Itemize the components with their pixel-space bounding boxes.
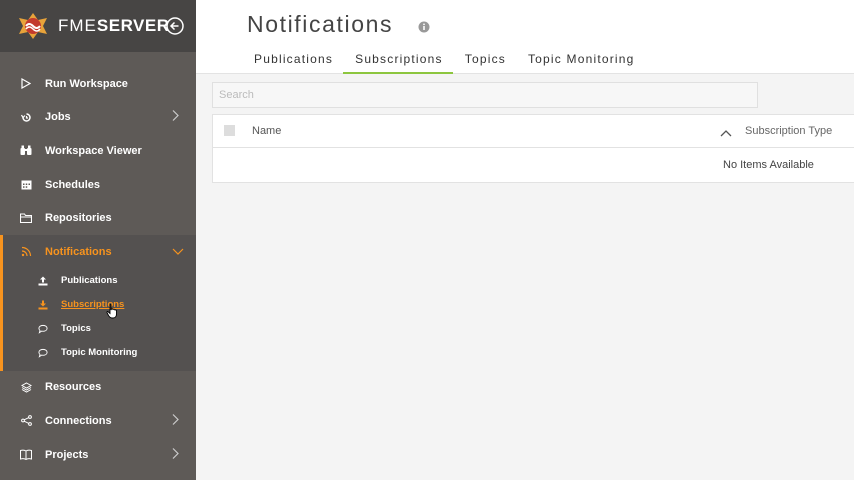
sidebar-item-resources[interactable]: Resources xyxy=(0,371,196,405)
sidebar-item-connections[interactable]: Connections xyxy=(0,404,196,438)
sidebar-item-repositories[interactable]: Repositories xyxy=(0,201,196,235)
column-header-name[interactable]: Name xyxy=(252,125,281,137)
sidebar-item-notifications[interactable]: Notifications xyxy=(3,235,196,269)
page-header: Notifications Publications Subscriptions… xyxy=(196,0,854,74)
empty-state-text: No Items Available xyxy=(723,159,814,171)
select-all-checkbox[interactable] xyxy=(224,125,235,136)
sidebar-item-label: Workspace Viewer xyxy=(45,144,142,157)
share-icon xyxy=(20,415,32,427)
tab-publications[interactable]: Publications xyxy=(242,50,343,74)
chevron-right-icon xyxy=(172,447,179,462)
back-arrow-icon[interactable] xyxy=(166,17,184,40)
chevron-down-icon xyxy=(172,246,184,258)
app-title: FMESERVER xyxy=(58,16,170,35)
layers-icon xyxy=(20,381,32,393)
chevron-right-icon xyxy=(172,110,179,125)
sidebar-subitem-label: Publications xyxy=(61,275,118,287)
table-header: Name Subscription Type xyxy=(213,115,854,148)
play-icon xyxy=(20,78,32,90)
table-body: No Items Available xyxy=(213,148,854,182)
tab-bar: Publications Subscriptions Topics Topic … xyxy=(242,50,645,74)
history-icon xyxy=(20,111,32,123)
sidebar-item-label: Schedules xyxy=(45,178,101,191)
sidebar-item-label: Connections xyxy=(45,414,112,427)
tab-topics[interactable]: Topics xyxy=(453,50,516,74)
calendar-icon xyxy=(20,179,32,191)
sidebar-item-label: Notifications xyxy=(45,245,112,258)
column-header-subscription-type[interactable]: Subscription Type xyxy=(745,125,832,137)
rss-icon xyxy=(20,246,32,258)
sidebar-item-label: Jobs xyxy=(45,111,71,124)
page-title: Notifications xyxy=(247,11,394,37)
sidebar-nav: Run Workspace Jobs Workspace Viewer Sche… xyxy=(0,67,196,471)
sort-ascending-icon[interactable] xyxy=(720,124,732,142)
main-panel: Notifications Publications Subscriptions… xyxy=(196,0,854,480)
sidebar-item-jobs[interactable]: Jobs xyxy=(0,101,196,135)
pointer-cursor-icon xyxy=(106,304,118,324)
sidebar-subitem-publications[interactable]: Publications xyxy=(3,269,196,293)
binoculars-icon xyxy=(20,145,32,157)
sidebar-item-label: Projects xyxy=(45,448,89,461)
sidebar-item-projects[interactable]: Projects xyxy=(0,438,196,472)
sidebar-item-label: Repositories xyxy=(45,212,112,225)
comment-icon xyxy=(38,324,48,334)
fme-logo-icon xyxy=(16,11,50,46)
sidebar-item-workspace-viewer[interactable]: Workspace Viewer xyxy=(0,134,196,168)
sidebar-subitem-label: Topics xyxy=(61,323,91,335)
download-icon xyxy=(38,300,48,310)
sidebar: FMESERVER Run Workspace Jobs Workspace V… xyxy=(0,0,196,480)
sidebar-subitem-subscriptions[interactable]: Subscriptions xyxy=(3,293,196,317)
info-icon[interactable] xyxy=(418,20,430,38)
sidebar-item-label: Resources xyxy=(45,381,102,394)
chevron-right-icon xyxy=(172,413,179,428)
book-icon xyxy=(20,449,32,461)
sidebar-subitem-topic-monitoring[interactable]: Topic Monitoring xyxy=(3,341,196,365)
upload-icon xyxy=(38,276,48,286)
tab-subscriptions[interactable]: Subscriptions xyxy=(343,50,453,74)
sidebar-item-run-workspace[interactable]: Run Workspace xyxy=(0,67,196,101)
notifications-group: Notifications Publications Subscriptions xyxy=(0,234,196,371)
subscriptions-table: Name Subscription Type No Items Availabl… xyxy=(212,114,854,183)
tab-topic-monitoring[interactable]: Topic Monitoring xyxy=(516,50,645,74)
folder-icon xyxy=(20,212,32,224)
sidebar-subitem-label: Topic Monitoring xyxy=(61,347,138,359)
comment-icon xyxy=(38,348,48,358)
sidebar-item-schedules[interactable]: Schedules xyxy=(0,168,196,202)
sidebar-item-label: Run Workspace xyxy=(45,77,128,90)
search-input[interactable] xyxy=(212,82,758,108)
sidebar-subitem-topics[interactable]: Topics xyxy=(3,317,196,341)
brand-bar: FMESERVER xyxy=(0,0,196,52)
